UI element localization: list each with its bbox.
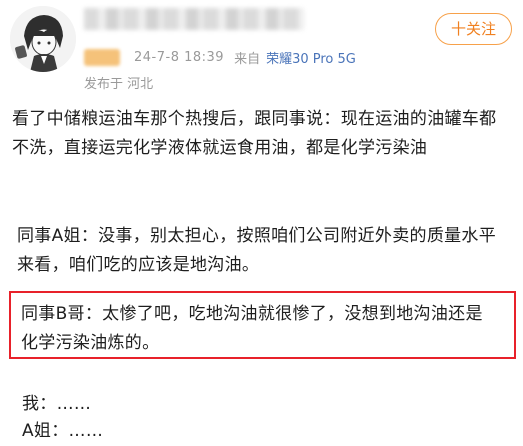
device-link[interactable]: 荣耀30 Pro 5G bbox=[266, 48, 356, 67]
avatar[interactable] bbox=[10, 6, 76, 72]
post-meta: 24-7-8 18:39 来自 荣耀30 Pro 5G bbox=[84, 47, 356, 67]
post-paragraph-2: 同事A姐：没事，别太担心，按照咱们公司附近外卖的质量水平来看，咱们吃的应该是地沟… bbox=[17, 226, 497, 275]
post-location: 发布于 河北 bbox=[84, 77, 154, 92]
post-timestamp: 24-7-8 18:39 bbox=[134, 49, 225, 65]
follow-button[interactable]: 十关注 bbox=[435, 13, 512, 45]
post-paragraph-4: 我：…… bbox=[22, 394, 92, 414]
post-paragraph-5: A姐：…… bbox=[22, 421, 104, 441]
user-badge-blurred bbox=[84, 48, 120, 66]
source-prefix: 来自 bbox=[234, 51, 261, 67]
follow-label: 十关注 bbox=[450, 20, 496, 38]
post-paragraph-1: 看了中储粮运油车那个热搜后，跟同事说：现在运油的油罐车都不洗，直接运完化学液体就… bbox=[12, 109, 497, 158]
post-paragraph-3: 同事B哥：太惨了吧，吃地沟油就很惨了，没想到地沟油还是化学污染油炼的。 bbox=[21, 304, 483, 353]
username-blurred[interactable] bbox=[84, 8, 304, 30]
avatar-illustration bbox=[10, 6, 76, 72]
